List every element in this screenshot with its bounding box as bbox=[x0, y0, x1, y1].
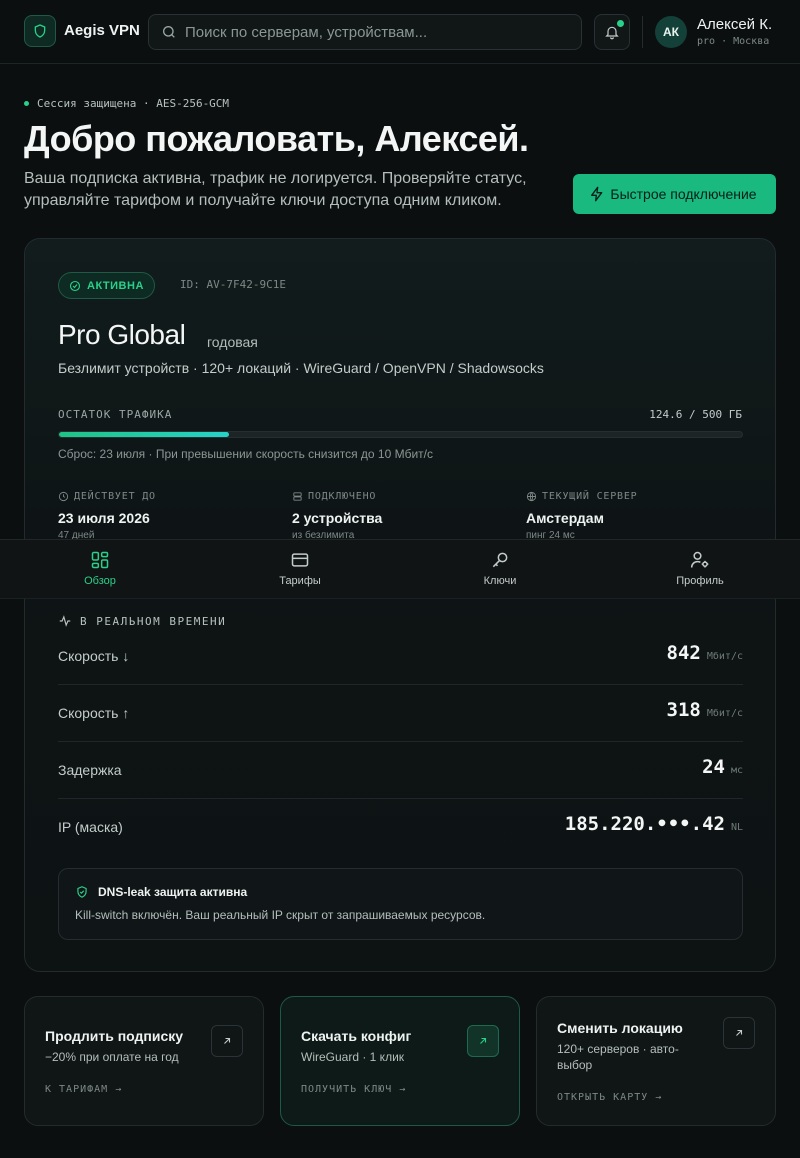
notifications-button[interactable] bbox=[594, 14, 630, 50]
metric-unit: Мбит/с bbox=[706, 708, 743, 719]
dns-protection-notice: DNS-leak защита активна Kill-switch вклю… bbox=[58, 868, 743, 940]
metric-label: Задержка bbox=[58, 762, 122, 778]
action-link[interactable]: ПОЛУЧИТЬ КЛЮЧ → bbox=[301, 1084, 406, 1095]
metric-label: IP (маска) bbox=[58, 819, 123, 835]
nav-item-keys[interactable]: Ключи bbox=[400, 540, 600, 598]
nav-label: Обзор bbox=[84, 575, 116, 587]
search-icon bbox=[163, 26, 175, 38]
stat-label: ПОДКЛЮЧЕНО bbox=[308, 491, 377, 502]
top-bar: Aegis VPN АК Алексей К. pro · Москва bbox=[0, 0, 800, 64]
action-desc: WireGuard · 1 клик bbox=[301, 1050, 405, 1064]
traffic-value: 124.6 / 500 ГБ bbox=[649, 408, 742, 421]
plan-description: Безлимит устройств · 120+ локаций · Wire… bbox=[58, 360, 544, 376]
action-desc: −20% при оплате на год bbox=[45, 1050, 179, 1064]
action-link[interactable]: ОТКРЫТЬ КАРТУ → bbox=[557, 1092, 662, 1103]
stat-current-server: ТЕКУЩИЙ СЕРВЕР Амстердам пинг 24 мс bbox=[526, 491, 638, 541]
stat-connected: ПОДКЛЮЧЕНО 2 устройства из безлимита bbox=[292, 491, 382, 541]
activity-icon bbox=[59, 615, 71, 627]
nav-item-profile[interactable]: Профиль bbox=[600, 540, 800, 598]
session-status: Сессия защищена · AES-256-GCM bbox=[24, 97, 229, 110]
stat-value: 23 июля 2026 bbox=[58, 510, 150, 526]
stat-label: ТЕКУЩИЙ СЕРВЕР bbox=[542, 491, 638, 502]
brand-name[interactable]: Aegis VPN bbox=[64, 22, 140, 39]
action-desc: 120+ серверов · авто-выбор bbox=[557, 1042, 679, 1072]
shield-logo-icon[interactable] bbox=[24, 15, 56, 47]
user-name[interactable]: Алексей К. bbox=[697, 16, 772, 33]
stat-label: ДЕЙСТВУЕТ ДО bbox=[74, 491, 156, 502]
lightning-icon bbox=[591, 186, 603, 202]
action-card-change-location[interactable]: Сменить локацию 120+ серверов · авто-выб… bbox=[536, 996, 776, 1126]
metric-row-download: Скорость ↓ 842 Мбит/с bbox=[58, 628, 743, 685]
status-badge-label: АКТИВНА bbox=[87, 279, 144, 292]
nav-label: Ключи bbox=[483, 575, 517, 587]
notification-dot bbox=[617, 20, 624, 27]
arrow-button[interactable] bbox=[211, 1025, 243, 1057]
stat-value: 2 устройства bbox=[292, 510, 383, 526]
subscription-card: АКТИВНА ID: AV-7F42-9C1E Pro Global годо… bbox=[24, 238, 776, 972]
metric-row-ip: IP (маска) 185.220.•••.42 NL bbox=[58, 799, 743, 856]
dns-description: Kill-switch включён. Ваш реальный IP скр… bbox=[75, 908, 486, 922]
avatar[interactable]: АК bbox=[655, 16, 687, 48]
arrow-up-right-icon bbox=[224, 1037, 231, 1044]
traffic-progress-fill bbox=[59, 432, 230, 437]
metric-value: 24 bbox=[702, 756, 725, 778]
search-bar[interactable] bbox=[148, 14, 582, 50]
status-dot bbox=[24, 101, 29, 106]
shield-check-icon bbox=[77, 886, 87, 898]
search-input[interactable] bbox=[185, 23, 565, 41]
metric-row-upload: Скорость ↑ 318 Мбит/с bbox=[58, 685, 743, 742]
session-text: Сессия защищена · AES-256-GCM bbox=[37, 97, 230, 110]
metric-unit: мс bbox=[730, 765, 743, 776]
key-icon bbox=[492, 552, 508, 568]
globe-icon bbox=[526, 491, 537, 502]
page-title: Добро пожаловать, Алексей. bbox=[24, 118, 529, 159]
dashboard-icon bbox=[91, 551, 109, 569]
plan-name: Pro Global bbox=[58, 319, 186, 350]
metric-value: 318 bbox=[666, 699, 701, 721]
traffic-note: Сброс: 23 июля · При превышении скорость… bbox=[58, 447, 433, 461]
bottom-navigation: Обзор Тарифы Ключи Профиль bbox=[0, 539, 800, 599]
page-subtitle: Ваша подписка активна, трафик не логируе… bbox=[24, 170, 527, 209]
action-card-renew[interactable]: Продлить подписку −20% при оплате на год… bbox=[24, 996, 264, 1126]
action-title: Скачать конфиг bbox=[301, 1028, 412, 1044]
traffic-progress-bar bbox=[58, 431, 743, 438]
stat-valid-until: ДЕЙСТВУЕТ ДО 23 июля 2026 47 дней bbox=[58, 491, 156, 541]
clock-icon bbox=[58, 491, 69, 502]
status-badge: АКТИВНА bbox=[58, 272, 155, 299]
metric-unit: NL bbox=[730, 822, 743, 833]
arrow-button[interactable] bbox=[723, 1017, 755, 1049]
realtime-label: В РЕАЛЬНОМ ВРЕМЕНИ bbox=[58, 614, 226, 628]
user-meta: pro · Москва bbox=[697, 36, 770, 47]
metric-label: Скорость ↑ bbox=[58, 705, 130, 721]
quick-connect-label: Быстрое подключение bbox=[610, 185, 757, 202]
action-title: Продлить подписку bbox=[45, 1028, 184, 1044]
quick-connect-button[interactable]: Быстрое подключение bbox=[573, 174, 776, 214]
metric-unit: Мбит/с bbox=[706, 651, 743, 662]
stat-value: Амстердам bbox=[526, 510, 604, 526]
action-title: Сменить локацию bbox=[557, 1020, 683, 1036]
arrow-up-right-icon bbox=[480, 1037, 487, 1044]
action-card-download-config[interactable]: Скачать конфиг WireGuard · 1 клик ПОЛУЧИ… bbox=[280, 996, 520, 1126]
card-icon bbox=[291, 553, 309, 567]
header-divider bbox=[642, 16, 643, 48]
metric-value: 842 bbox=[666, 642, 701, 664]
action-link[interactable]: К ТАРИФАМ → bbox=[45, 1084, 122, 1095]
nav-label: Профиль bbox=[676, 575, 724, 587]
arrow-up-right-icon bbox=[736, 1029, 743, 1036]
server-icon bbox=[293, 492, 302, 501]
traffic-label: ОСТАТОК ТРАФИКА bbox=[58, 408, 173, 421]
metric-label: Скорость ↓ bbox=[58, 648, 130, 664]
metric-value: 185.220.•••.42 bbox=[564, 813, 725, 835]
plan-period: годовая bbox=[207, 334, 258, 350]
nav-label: Тарифы bbox=[279, 575, 321, 587]
metric-row-latency: Задержка 24 мс bbox=[58, 742, 743, 799]
dns-title: DNS-leak защита активна bbox=[98, 885, 248, 899]
profile-settings-icon bbox=[690, 551, 709, 568]
nav-item-overview[interactable]: Обзор bbox=[0, 540, 200, 598]
realtime-label-text: В РЕАЛЬНОМ ВРЕМЕНИ bbox=[80, 614, 227, 628]
nav-item-plans[interactable]: Тарифы bbox=[200, 540, 400, 598]
check-circle-icon bbox=[69, 280, 81, 291]
plan-id: ID: AV-7F42-9C1E bbox=[180, 278, 286, 291]
arrow-button[interactable] bbox=[467, 1025, 499, 1057]
